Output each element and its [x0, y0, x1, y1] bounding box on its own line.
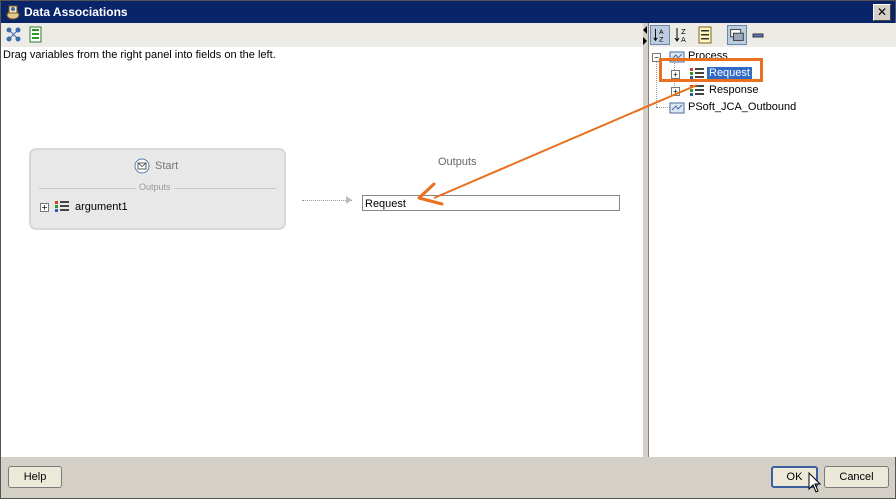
- help-button[interactable]: Help: [8, 466, 62, 488]
- output-request-field[interactable]: Request: [362, 195, 620, 211]
- tree-label-psoft: PSoft_JCA_Outbound: [688, 101, 797, 113]
- start-envelope-icon: [134, 158, 150, 174]
- expand-icon[interactable]: +: [40, 203, 49, 212]
- title-bar: Data Associations ✕: [1, 1, 895, 23]
- process-icon: [6, 5, 20, 20]
- sort-asc-icon[interactable]: A Z: [650, 25, 670, 45]
- tree-label-response: Response: [709, 84, 759, 96]
- right-toolbar: A Z Z A: [649, 23, 896, 47]
- start-outputs-label: Outputs: [136, 182, 174, 192]
- start-label: Start: [155, 160, 179, 172]
- list-icon[interactable]: [695, 25, 715, 45]
- left-panel: Drag variables from the right panel into…: [1, 23, 643, 457]
- sort-desc-icon[interactable]: Z A: [672, 25, 692, 45]
- svg-text:A: A: [681, 36, 686, 44]
- variable-tree: − Process + Request + Response PSoft_JCA…: [649, 47, 896, 457]
- splitter-left-icon[interactable]: [643, 26, 647, 34]
- svg-text:A: A: [659, 29, 664, 36]
- button-bar: Help OK Cancel: [1, 457, 895, 498]
- expand-node-icon[interactable]: +: [671, 87, 680, 96]
- outputs-header: Outputs: [438, 156, 477, 168]
- tree-item-response[interactable]: + Response: [649, 83, 889, 99]
- close-button[interactable]: ✕: [873, 4, 891, 21]
- svg-text:Z: Z: [681, 28, 686, 36]
- argument-label: argument1: [75, 201, 128, 213]
- svg-text:Z: Z: [659, 36, 664, 43]
- collapse-icon[interactable]: [727, 25, 747, 45]
- cancel-button[interactable]: Cancel: [824, 466, 889, 488]
- service-icon: [669, 102, 685, 114]
- variable-icon[interactable]: [27, 26, 45, 44]
- argument-row[interactable]: + argument1: [40, 200, 240, 216]
- instruction-text: Drag variables from the right panel into…: [3, 49, 276, 61]
- minus-icon[interactable]: [749, 25, 769, 45]
- variable-icon: [690, 85, 704, 96]
- tree-item-psoft-jca-outbound[interactable]: PSoft_JCA_Outbound: [649, 100, 889, 116]
- window-title: Data Associations: [24, 5, 128, 19]
- start-activity-box: Start Outputs + argument1: [29, 148, 286, 230]
- tree-icon[interactable]: [5, 26, 23, 44]
- left-toolbar: [1, 23, 643, 47]
- mouse-cursor-icon: [808, 472, 822, 493]
- splitter-right-icon[interactable]: [643, 37, 647, 45]
- variable-icon: [55, 201, 69, 212]
- annotation-highlight-box: [659, 58, 763, 82]
- connector-dots: [302, 200, 352, 201]
- right-panel: A Z Z A − Process + Request + Response P…: [648, 23, 896, 457]
- connector-arrow-icon: [346, 196, 352, 204]
